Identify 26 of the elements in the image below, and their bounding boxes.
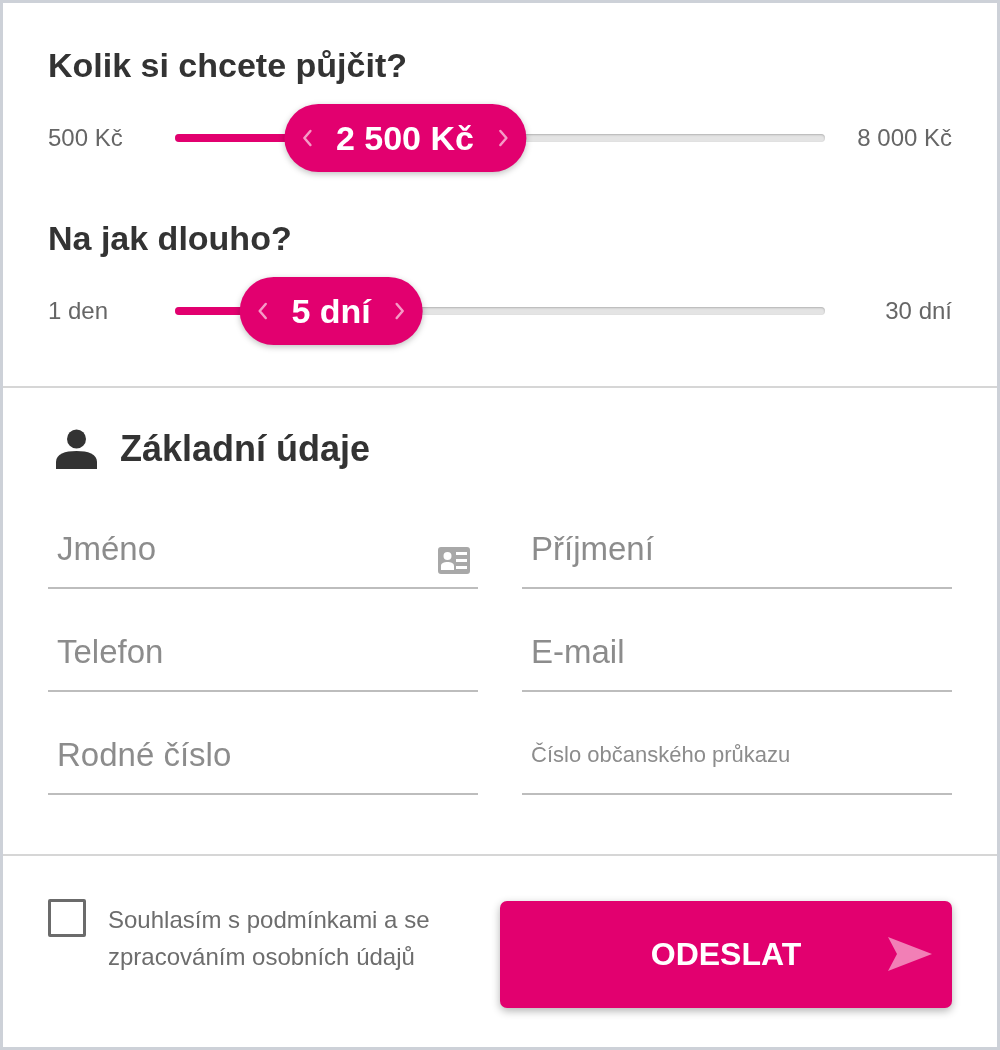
section-heading: Základní údaje (120, 428, 371, 470)
question-heading: Na jak dlouho? (48, 220, 293, 256)
slider-max-label: 8 000 Kč (856, 124, 952, 152)
consent-label: Souhlasím s podmínkami a se zpracováním osobních údajů (108, 905, 431, 972)
chevron-left-icon (257, 302, 268, 320)
slider-max-label: 30 dní (884, 297, 952, 325)
chevron-right-icon (394, 302, 405, 320)
slider-min-label: 500 Kč (48, 124, 124, 152)
send-icon (888, 937, 932, 971)
slider-track[interactable]: 2 500 Kč (175, 104, 825, 172)
slider-handle[interactable]: 2 500 Kč (283, 104, 526, 172)
input-field[interactable]: Rodné číslo (48, 715, 478, 795)
input-field[interactable]: Telefon (48, 612, 478, 692)
chevron-left-icon (301, 129, 312, 147)
submit-button[interactable]: ODESLAT (500, 901, 952, 1008)
input-field[interactable]: Příjmení (522, 509, 952, 589)
chevron-right-icon (497, 129, 508, 147)
person-icon (56, 429, 97, 469)
input-field[interactable]: Číslo občanského průkazu (522, 715, 952, 795)
question-heading: Kolik si chcete půjčit? (48, 47, 408, 83)
contact-card-icon (438, 547, 470, 574)
input-field[interactable]: E-mail (522, 612, 952, 692)
slider-track[interactable]: 5 dní (175, 277, 825, 345)
slider-min-label: 1 den (48, 297, 110, 325)
consent-checkbox[interactable] (48, 899, 86, 937)
slider-handle[interactable]: 5 dní (239, 277, 423, 345)
